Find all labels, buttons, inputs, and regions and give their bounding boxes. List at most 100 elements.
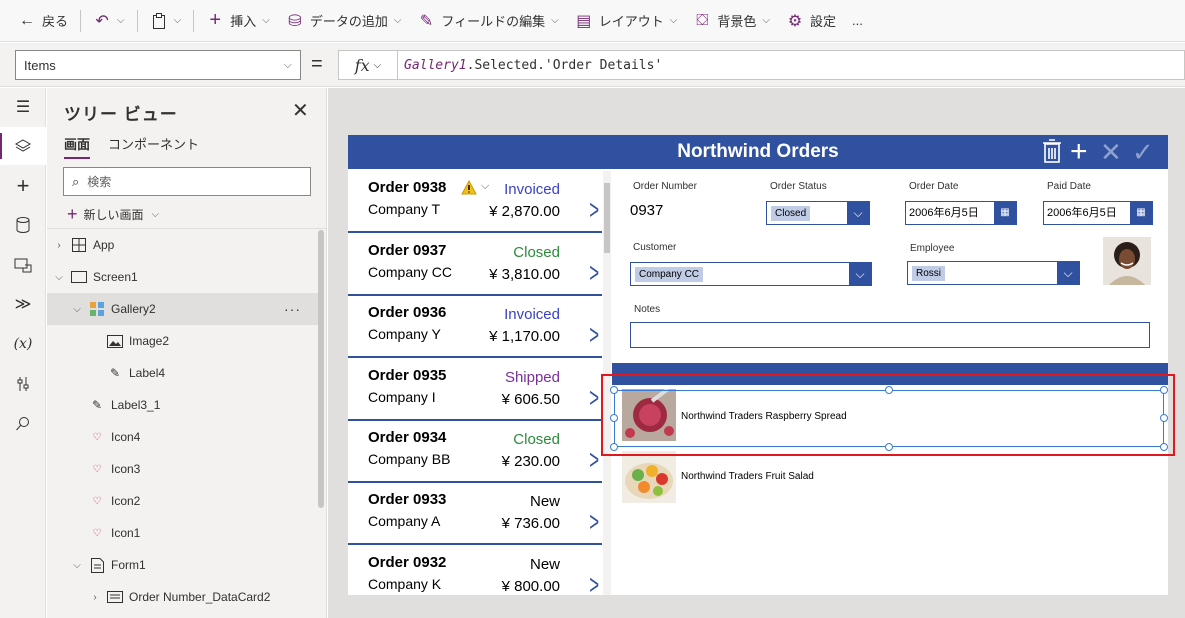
product-name: Northwind Traders Fruit Salad xyxy=(681,471,814,482)
tree-node-form1[interactable]: ⌵ Form1 xyxy=(47,549,319,581)
order-status: Invoiced xyxy=(504,181,560,198)
insert-plus-icon[interactable]: + xyxy=(0,167,46,205)
employee-photo xyxy=(1103,237,1151,285)
tree-node-icon1[interactable]: ♡ Icon1 xyxy=(47,517,319,549)
company-name: Company Y xyxy=(368,326,441,342)
trash-icon[interactable] xyxy=(1042,139,1062,169)
property-selector[interactable]: Items ⌵ xyxy=(15,50,301,80)
order-number: Order 0932 xyxy=(368,554,447,571)
tree-search-input[interactable]: ⌕ 検索 xyxy=(63,167,311,196)
layout-button[interactable]: ▤ レイアウト ⌵ xyxy=(567,0,686,42)
hamburger-menu-icon[interactable]: ☰ xyxy=(0,88,46,126)
gallery-item[interactable]: Order 0937 Company CC Closed ¥ 3,810.00 … xyxy=(348,234,602,296)
paid-date-label: Paid Date xyxy=(1047,181,1091,192)
cancel-icon[interactable]: ✕ xyxy=(1100,139,1122,165)
search-icon[interactable] xyxy=(0,405,46,443)
layers-icon[interactable] xyxy=(0,127,46,165)
tree-node-gallery2[interactable]: ⌵ Gallery2 ··· xyxy=(47,293,319,325)
gallery-item[interactable]: Order 0932 Company K New ¥ 800.00 > xyxy=(348,546,602,595)
notes-label: Notes xyxy=(634,304,661,315)
insert-button[interactable]: + 挿入 ⌵ xyxy=(198,0,278,42)
company-name: Company K xyxy=(368,576,442,592)
chevron-down-icon: ⌵ xyxy=(762,15,770,26)
gear-icon: ⚙ xyxy=(787,12,803,30)
order-total: ¥ 3,810.00 xyxy=(489,266,560,283)
tree-node-icon4[interactable]: ♡ Icon4 xyxy=(47,421,319,453)
chevron-down-icon: ⌵ xyxy=(373,59,382,71)
paid-date-picker[interactable]: 2006年6月5日 ▦ xyxy=(1043,201,1153,225)
add-icon[interactable]: + xyxy=(1070,137,1088,167)
chevron-down-icon: ⌵ xyxy=(173,15,182,26)
search-icon: ⌕ xyxy=(72,173,80,189)
order-number: Order 0934 xyxy=(368,429,447,446)
media-icon[interactable] xyxy=(0,246,46,284)
tree-node-icon3[interactable]: ♡ Icon3 xyxy=(47,453,319,485)
variables-icon[interactable]: (x) xyxy=(0,325,46,363)
tree-scrollbar[interactable] xyxy=(318,230,324,508)
undo-icon: ↶ xyxy=(95,12,109,30)
order-total: ¥ 1,170.00 xyxy=(489,328,560,345)
edit-fields-button[interactable]: ✎ フィールドの編集 ⌵ xyxy=(409,0,566,42)
tree-node-label3-1[interactable]: ✎ Label3_1 xyxy=(47,389,319,421)
clipboard-icon xyxy=(150,12,168,29)
add-data-button[interactable]: ⛁ データの追加 ⌵ xyxy=(278,0,410,42)
employee-dropdown[interactable]: Rossi ⌵ xyxy=(907,261,1080,285)
chevron-down-icon: ⌵ xyxy=(73,559,81,571)
order-status-dropdown[interactable]: Closed ⌵ xyxy=(766,201,870,225)
orders-gallery[interactable]: Order 0938 ⌵ Company T Invoiced ¥ 2,870.… xyxy=(348,171,611,595)
order-status: Closed xyxy=(513,431,560,448)
tab-components[interactable]: コンポーネント xyxy=(108,134,199,159)
chevron-down-icon: ⌵ xyxy=(849,263,871,285)
chevron-right-icon[interactable]: > xyxy=(589,321,599,349)
order-date-picker[interactable]: 2006年6月5日 ▦ xyxy=(905,201,1017,225)
tree-node-image2[interactable]: Image2 xyxy=(47,325,319,357)
tab-screens[interactable]: 画面 xyxy=(64,134,91,159)
formula-input[interactable]: fx ⌵ Gallery1.Selected.'Order Details' xyxy=(338,50,1185,80)
chevron-down-icon: ⌵ xyxy=(1057,262,1079,284)
customer-dropdown[interactable]: Company CC ⌵ xyxy=(630,262,872,286)
chevron-right-icon[interactable]: > xyxy=(589,196,599,224)
gallery-item[interactable]: Order 0933 Company A New ¥ 736.00 > xyxy=(348,483,602,545)
tree-node-app[interactable]: › App xyxy=(47,229,319,261)
undo-button[interactable]: ↶ ⌵ xyxy=(85,0,133,42)
tree-node-label4[interactable]: ✎ Label4 xyxy=(47,357,319,389)
tree-node-screen1[interactable]: ⌵ Screen1 xyxy=(47,261,319,293)
order-status-label: Order Status xyxy=(770,181,827,192)
more-options-icon[interactable]: ··· xyxy=(284,301,301,317)
panel-title: ツリー ビュー xyxy=(64,105,178,124)
layout-icon: ▤ xyxy=(576,12,592,30)
gallery-item[interactable]: Order 0938 ⌵ Company T Invoiced ¥ 2,870.… xyxy=(348,171,602,233)
save-check-icon[interactable]: ✓ xyxy=(1132,139,1154,165)
left-rail: ☰ + ≫ (x) xyxy=(0,88,46,618)
chevron-right-icon[interactable]: > xyxy=(589,571,599,596)
gallery-item[interactable]: Order 0934 Company BB Closed ¥ 230.00 > xyxy=(348,421,602,483)
fx-button[interactable]: fx ⌵ xyxy=(339,51,398,79)
settings-button[interactable]: ⚙ 設定 xyxy=(778,0,844,42)
gallery-item[interactable]: Order 0936 Company Y Invoiced ¥ 1,170.00… xyxy=(348,296,602,358)
order-status: Invoiced xyxy=(504,306,560,323)
power-automate-icon[interactable]: ≫ xyxy=(0,285,46,323)
chevron-right-icon[interactable]: > xyxy=(589,259,599,287)
tree-node-order-number-datacard2[interactable]: › Order Number_DataCard2 xyxy=(47,581,319,613)
chevron-down-icon: ⌵ xyxy=(117,15,125,26)
icon-control-icon: ♡ xyxy=(92,495,102,507)
scrollbar-thumb[interactable] xyxy=(604,183,610,253)
chevron-right-icon[interactable]: > xyxy=(589,384,599,412)
tree-node-icon2[interactable]: ♡ Icon2 xyxy=(47,485,319,517)
background-color-button[interactable]: ⛋ 背景色 ⌵ xyxy=(685,0,778,42)
chevron-right-icon[interactable]: > xyxy=(589,508,599,536)
paste-button[interactable]: ⌵ xyxy=(142,0,190,42)
new-screen-button[interactable]: + 新しい画面 ⌵ xyxy=(67,204,159,225)
notes-input[interactable] xyxy=(630,322,1150,348)
more-commands-button[interactable]: ... xyxy=(844,0,871,42)
order-total: ¥ 800.00 xyxy=(501,578,560,595)
database-icon[interactable] xyxy=(0,206,46,244)
chevron-right-icon[interactable]: > xyxy=(589,446,599,474)
order-date-label: Order Date xyxy=(909,181,959,192)
gallery-item[interactable]: Order 0935 Company I Shipped ¥ 606.50 > xyxy=(348,359,602,421)
plus-icon: + xyxy=(209,9,222,31)
back-button[interactable]: ← 戻る xyxy=(0,0,76,42)
close-icon[interactable]: ✕ xyxy=(292,98,309,123)
image-icon xyxy=(107,333,123,349)
tools-icon[interactable] xyxy=(0,365,46,403)
